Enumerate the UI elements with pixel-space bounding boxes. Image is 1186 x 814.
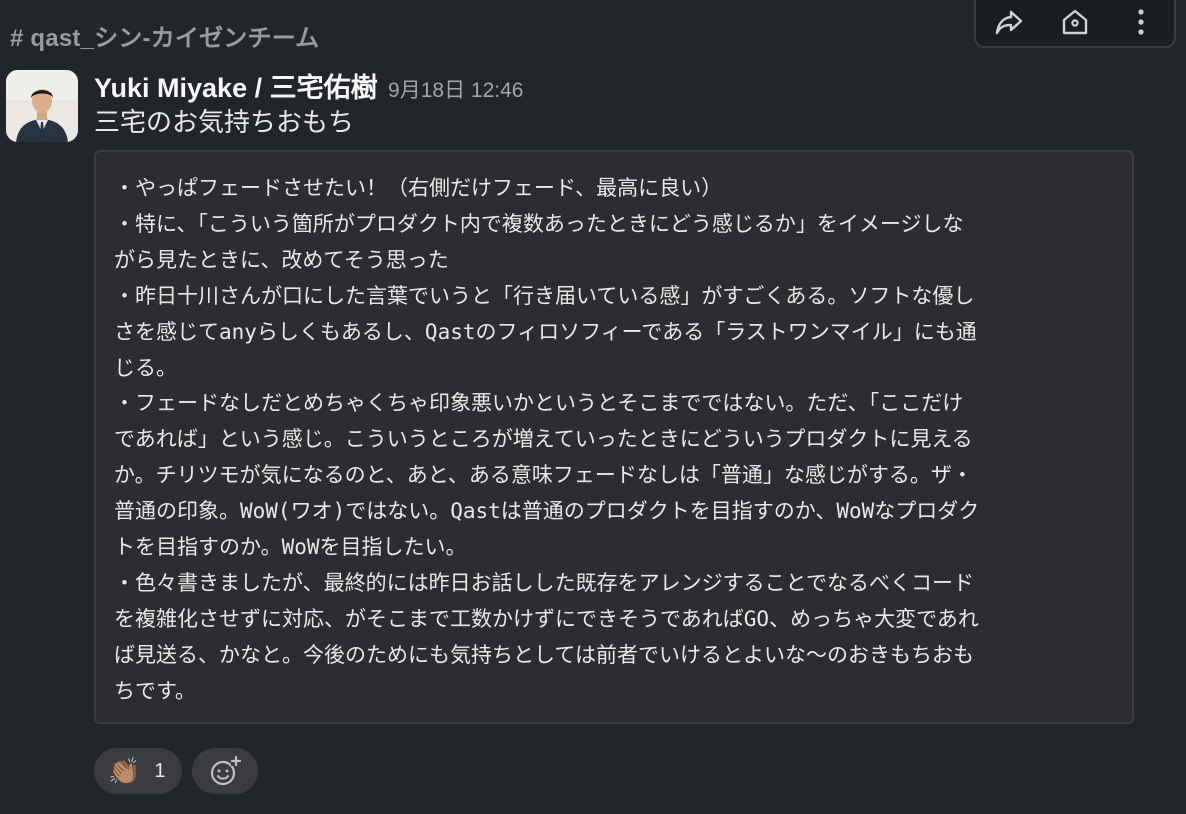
home-icon [1062,9,1088,35]
add-reaction-button[interactable] [191,748,258,794]
author-name[interactable]: Yuki Miyake / 三宅佑樹 [94,73,378,103]
clapping-hands-icon: 👏🏽 [108,756,141,786]
code-line: か。チリツモが気になるのと、あと、ある意味フェードなしは「普通」な感じがする。ザ… [114,463,973,488]
code-line: じる。 [114,355,177,380]
code-block: ・やっぱフェードさせたい！（右側だけフェード、最高に良い） ・特に、「こういう箇… [94,150,1134,724]
message-header: Yuki Miyake / 三宅佑樹 9月18日 12:46 [94,66,523,105]
avatar[interactable] [6,70,78,142]
code-line: であれば」という感じ。こういうところが増えていったときにどういうプロダクトに見え… [114,427,973,452]
share-icon [995,10,1023,35]
code-line: ちです。 [114,678,196,703]
slack-message-view: # qast_シン-カイゼンチーム Yuki Miyake / 三宅佑樹 9月1… [0,0,1186,814]
home-button[interactable] [1053,2,1097,42]
code-line: を複雑化させずに対応、がそこまで工数かけずにできそうであればGO、めっちゃ大変で… [114,606,979,631]
code-line: ・やっぱフェードさせたい！（右側だけフェード、最高に良い） [114,176,723,200]
message-timestamp[interactable]: 9月18日 12:46 [388,79,523,102]
code-line: ・特に、「こういう箇所がプロダクト内で複数あったときにどう感じるか」をイメージし… [114,211,964,236]
more-icon [1138,9,1144,35]
code-line: トを目指すのか。WoWを目指したい。 [114,535,467,560]
reaction-count: 1 [154,759,166,782]
code-line: ・フェードなしだとめちゃくちゃ印象悪いかというとそこまでではない。ただ、「ここだ… [114,391,964,416]
code-line: ・昨日十川さんが口にした言葉でいうと「行き届いている感」がすごくある。ソフトな優… [114,283,975,308]
share-message-button[interactable] [987,2,1031,42]
message-actions-toolbar [974,0,1176,48]
reaction-clap[interactable]: 👏🏽 1 [94,748,182,794]
code-line: 普通の印象。WoW(ワオ)ではない。Qastは普通のプロダクトを目指すのか、Wo… [114,499,980,524]
code-line: がら見たときに、改めてそう思った [114,247,449,272]
code-line: ば見送る、かなと。今後のためにも気持ちとしては前者でいけるとよいな〜のおきもちお… [114,642,974,667]
more-actions-button[interactable] [1119,2,1163,42]
channel-name[interactable]: # qast_シン-カイゼンチーム [10,18,319,53]
reactions-bar: 👏🏽 1 [94,748,258,794]
code-line: さを感じてanyらしくもあるし、Qastのフィロソフィーである「ラストワンマイル… [114,319,977,344]
add-reaction-icon [210,755,242,786]
code-line: ・色々書きましたが、最終的には昨日お話しした既存をアレンジすることでなるべくコー… [114,570,974,595]
avatar-image [6,70,78,142]
message-text: 三宅のお気持ちおもち [94,107,355,137]
